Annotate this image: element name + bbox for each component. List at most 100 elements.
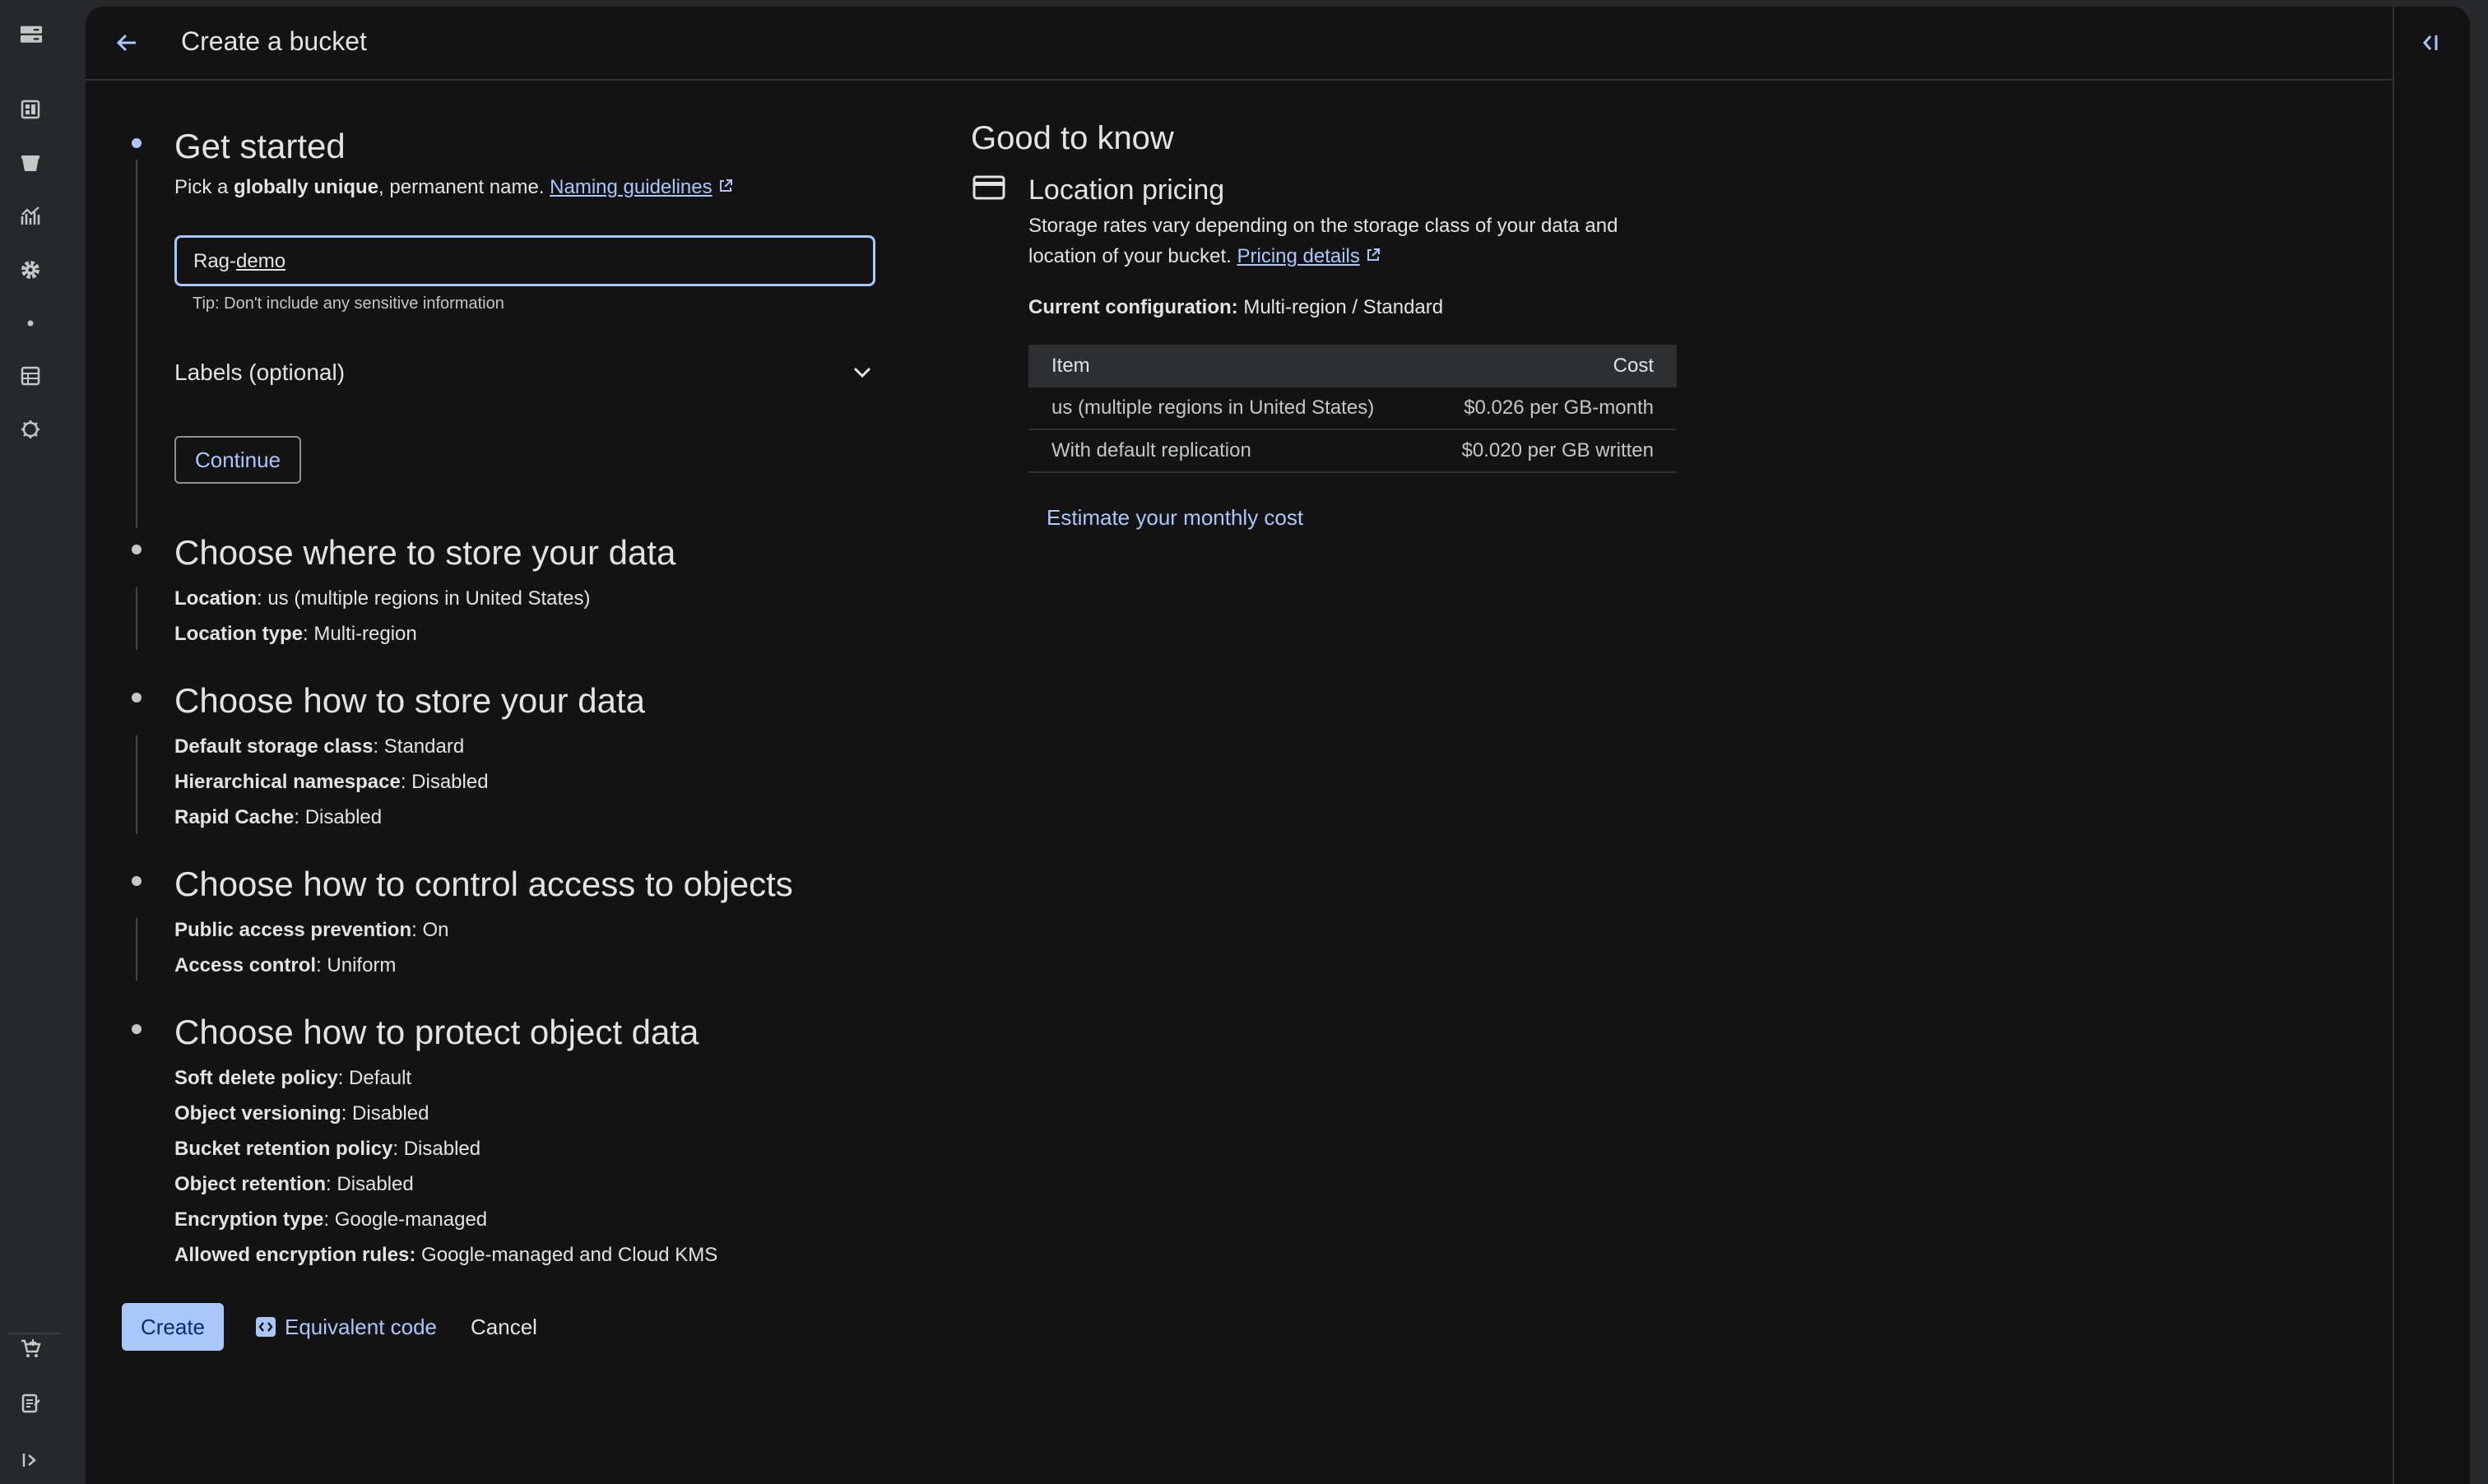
- settings-gear-icon[interactable]: [18, 257, 43, 282]
- bucket-name-suffix: demo: [236, 250, 286, 272]
- location-value: : us (multiple regions in United States): [257, 587, 591, 610]
- bucket-name-prefix: Rag-: [193, 250, 237, 272]
- soft-delete-value: : Default: [337, 1067, 412, 1089]
- dashboard-icon[interactable]: [18, 97, 43, 122]
- good-to-know-heading: Good to know: [971, 120, 1174, 156]
- column-header-cost: Cost: [1422, 345, 1677, 387]
- rail-divider: [8, 1333, 61, 1334]
- step-heading-where: Choose where to store your data: [174, 533, 676, 572]
- step-indicator: [132, 545, 142, 554]
- step-connector: [136, 918, 137, 981]
- code-icon: [256, 1317, 276, 1337]
- top-bar: Create a bucket: [86, 7, 2393, 81]
- create-button[interactable]: Create: [122, 1303, 224, 1351]
- main-panel: Create a bucket Get started Pick a globa…: [86, 7, 2470, 1484]
- encryption-rules-label: Allowed encryption rules:: [174, 1244, 416, 1266]
- step-heading-protect: Choose how to protect object data: [174, 1013, 699, 1051]
- table-cell-item: us (multiple regions in United States): [1028, 387, 1423, 430]
- namespace-label: Hierarchical namespace: [174, 771, 401, 793]
- step-heading-get-started: Get started: [174, 127, 346, 165]
- table-cell-cost: $0.026 per GB-month: [1422, 387, 1677, 430]
- versioning-value: : Disabled: [341, 1102, 429, 1125]
- step-heading-access: Choose how to control access to objects: [174, 865, 793, 903]
- monitoring-chart-icon[interactable]: [18, 204, 43, 229]
- config-value: Multi-region / Standard: [1237, 296, 1444, 318]
- table-row: us (multiple regions in United States) $…: [1028, 387, 1677, 430]
- versioning-label: Object versioning: [174, 1102, 341, 1125]
- cancel-button[interactable]: Cancel: [471, 1303, 537, 1351]
- encryption-rules-summary: Allowed encryption rules: Google-managed…: [174, 1244, 717, 1267]
- table-view-icon[interactable]: [18, 364, 43, 388]
- naming-guidelines-link[interactable]: Naming guidelines: [550, 176, 712, 198]
- public-access-label: Public access prevention: [174, 919, 412, 941]
- step-connector: [136, 735, 137, 834]
- nav-rail: [0, 0, 86, 1484]
- labels-expander[interactable]: Labels (optional): [174, 349, 875, 397]
- desc-bold-text: globally unique: [234, 176, 379, 198]
- step-connector: [136, 160, 137, 528]
- access-control-summary: Access control: Uniform: [174, 954, 396, 977]
- side-panel: [2393, 7, 2470, 1484]
- location-type-label: Location type: [174, 623, 304, 645]
- back-arrow-icon[interactable]: [109, 25, 145, 61]
- encryption-rules-value: Google-managed and Cloud KMS: [415, 1244, 718, 1266]
- release-notes-icon[interactable]: [18, 1391, 43, 1416]
- soft-delete-summary: Soft delete policy: Default: [174, 1067, 411, 1090]
- desc-text: Pick a: [174, 176, 234, 198]
- equivalent-code-label: Equivalent code: [285, 1314, 438, 1339]
- location-type-summary: Location type: Multi-region: [174, 623, 417, 646]
- access-control-label: Access control: [174, 954, 317, 976]
- step-indicator: [132, 693, 142, 703]
- input-tip: Tip: Don't include any sensitive informa…: [193, 294, 504, 313]
- rapid-cache-summary: Rapid Cache: Disabled: [174, 806, 382, 829]
- encryption-summary: Encryption type: Google-managed: [174, 1208, 487, 1231]
- pricing-details-link[interactable]: Pricing details: [1237, 245, 1359, 267]
- table-cell-item: With default replication: [1028, 429, 1423, 473]
- object-retention-label: Object retention: [174, 1173, 327, 1195]
- current-configuration: Current configuration: Multi-region / St…: [1028, 296, 1443, 319]
- continue-button[interactable]: Continue: [174, 436, 301, 484]
- desc-text-end: , permanent name.: [378, 176, 550, 198]
- location-type-value: : Multi-region: [303, 623, 417, 645]
- external-link-icon: [717, 177, 734, 200]
- config-label: Current configuration:: [1028, 296, 1238, 318]
- object-retention-summary: Object retention: Disabled: [174, 1173, 414, 1196]
- step-connector: [136, 587, 137, 650]
- access-control-value: : Uniform: [316, 954, 397, 976]
- public-access-summary: Public access prevention: On: [174, 919, 448, 942]
- column-header-item: Item: [1028, 345, 1423, 387]
- dot-icon: [18, 311, 43, 336]
- encryption-label: Encryption type: [174, 1208, 324, 1231]
- bucket-retention-label: Bucket retention policy: [174, 1138, 393, 1160]
- expand-nav-icon[interactable]: [18, 1448, 43, 1472]
- collapse-panel-icon[interactable]: [2412, 25, 2449, 61]
- bucket-name-input[interactable]: Rag-demo: [174, 235, 875, 286]
- storage-logo-icon[interactable]: [7, 13, 56, 56]
- namespace-value: : Disabled: [400, 771, 489, 793]
- step-indicator: [132, 1024, 142, 1034]
- step-heading-how-store: Choose how to store your data: [174, 681, 646, 720]
- step-indicator-active: [132, 138, 142, 148]
- estimate-cost-link[interactable]: Estimate your monthly cost: [1047, 505, 1303, 531]
- bucket-icon[interactable]: [18, 151, 43, 175]
- rapid-cache-value: : Disabled: [294, 806, 383, 828]
- external-link-icon: [1365, 242, 1381, 272]
- storage-class-summary: Default storage class: Standard: [174, 735, 464, 758]
- step-indicator: [132, 876, 142, 886]
- storage-class-label: Default storage class: [174, 735, 374, 758]
- bucket-retention-value: : Disabled: [392, 1138, 481, 1160]
- table-row: With default replication $0.020 per GB w…: [1028, 429, 1677, 473]
- equivalent-code-button[interactable]: Equivalent code: [255, 1303, 437, 1351]
- labels-toggle-label: Labels (optional): [174, 359, 346, 385]
- page-title: Create a bucket: [181, 26, 367, 56]
- versioning-summary: Object versioning: Disabled: [174, 1102, 429, 1125]
- cog-outline-icon[interactable]: [18, 417, 43, 442]
- location-label: Location: [174, 587, 257, 610]
- bucket-retention-summary: Bucket retention policy: Disabled: [174, 1138, 480, 1161]
- marketplace-cart-icon[interactable]: [18, 1336, 43, 1361]
- location-summary: Location: us (multiple regions in United…: [174, 587, 591, 610]
- soft-delete-label: Soft delete policy: [174, 1067, 338, 1089]
- public-access-value: : On: [411, 919, 449, 941]
- pricing-table: Item Cost us (multiple regions in United…: [1028, 345, 1677, 473]
- encryption-value: : Google-managed: [323, 1208, 488, 1231]
